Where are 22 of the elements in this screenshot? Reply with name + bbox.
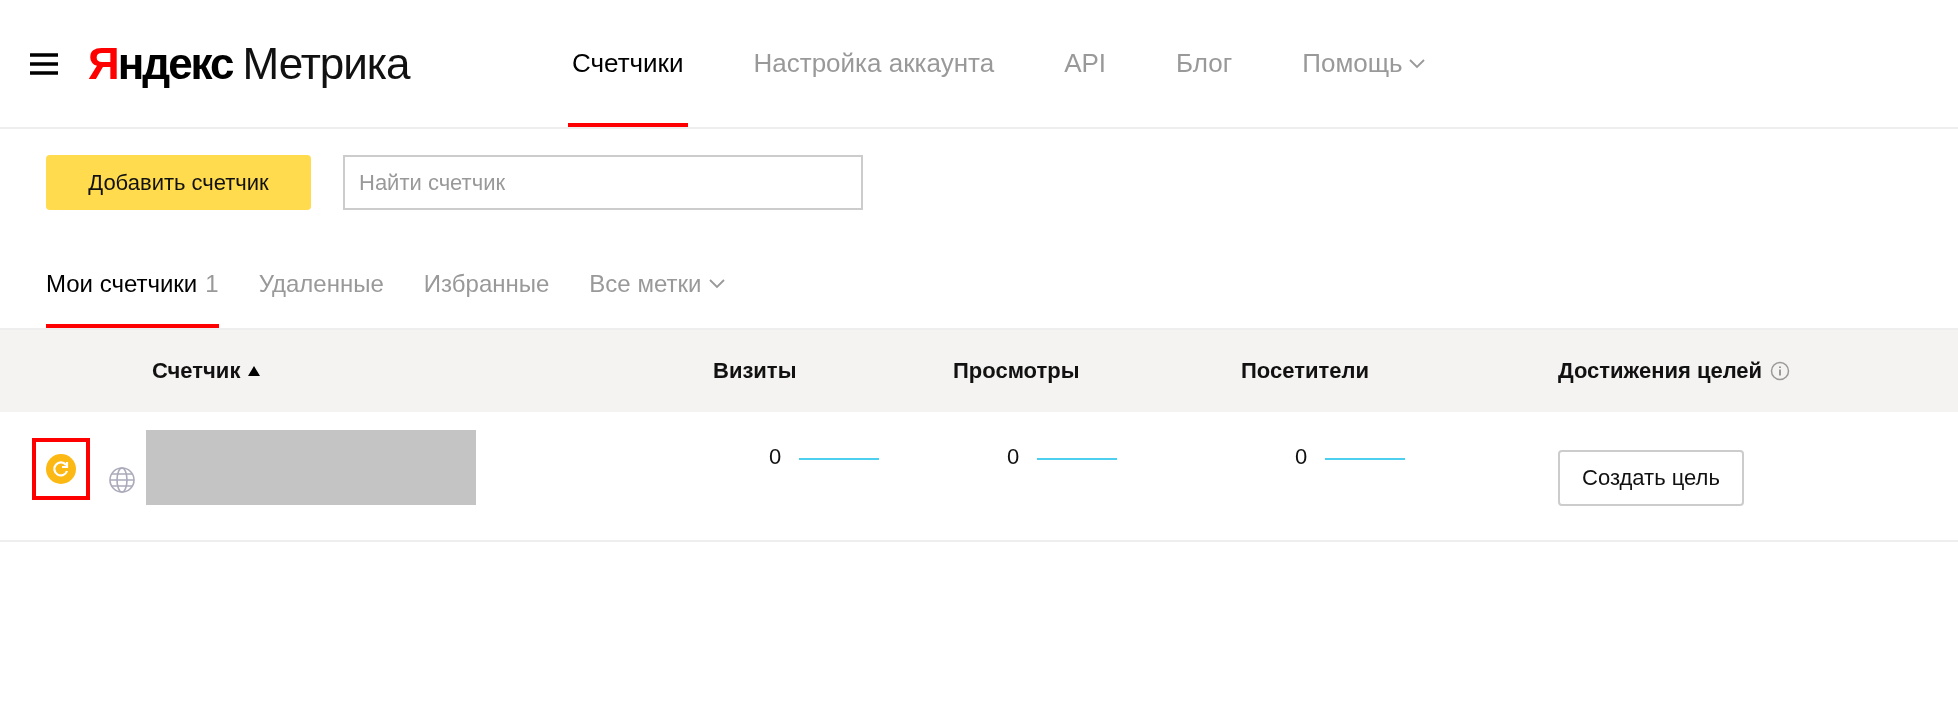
- sort-up-icon: [248, 366, 261, 376]
- info-icon[interactable]: [1770, 361, 1791, 381]
- column-header[interactable]: Счетчик: [152, 358, 241, 384]
- logo-product[interactable]: Метрика: [242, 38, 410, 89]
- metric-value: 0: [1295, 444, 1308, 470]
- create-goal-button[interactable]: Создать цель: [1558, 450, 1744, 506]
- globe-icon: [108, 465, 136, 494]
- chevron-down-icon: [1408, 58, 1425, 69]
- column-header[interactable]: Достижения целей: [1558, 358, 1763, 384]
- logo-brand[interactable]: Яндекс: [88, 38, 233, 89]
- search-field[interactable]: Найти счетчик: [343, 155, 863, 210]
- tab-count: 1: [205, 270, 219, 298]
- refresh-status-icon: [46, 454, 76, 484]
- metric-value: 0: [1007, 444, 1020, 470]
- metric-value: 0: [769, 444, 782, 470]
- nav-link[interactable]: Счетчики: [568, 0, 688, 127]
- column-header[interactable]: Посетители: [1241, 358, 1369, 384]
- chevron-down-icon: [709, 279, 726, 289]
- column-header[interactable]: Визиты: [713, 358, 797, 384]
- menu-icon[interactable]: [30, 52, 58, 75]
- add-counter-button[interactable]: Добавить счетчик: [46, 155, 311, 210]
- column-header[interactable]: Просмотры: [953, 358, 1080, 384]
